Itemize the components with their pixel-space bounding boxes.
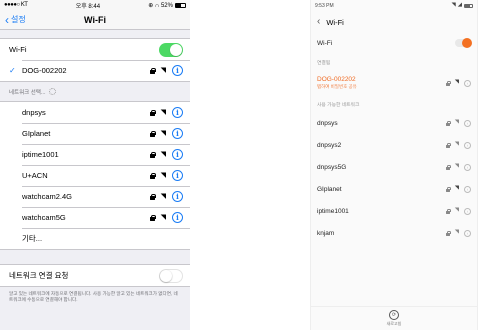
network-row[interactable]: GIplanet ◥ › (311, 178, 477, 200)
network-row[interactable]: dnpsys5G ◥ › (311, 156, 477, 178)
networks-section-header: 네트워크 선택... (0, 82, 190, 101)
connected-network-row[interactable]: DOG-002202 탭하여 비밀번호 공유 ◥ › (311, 70, 477, 96)
wifi-signal-icon: ◥ (160, 67, 166, 74)
networks-group: dnpsys ◥ i GIplanet ◥ i iptime1001 ◥ i U+AC… (0, 101, 190, 250)
info-icon[interactable]: i (172, 191, 183, 202)
wifi-toggle-row: Wi-Fi (0, 39, 190, 60)
wifi-main-group: Wi-Fi ✓ DOG-002202 ◥ i (0, 38, 190, 82)
back-button[interactable]: ‹ 설정 (5, 14, 26, 26)
info-icon[interactable]: i (172, 107, 183, 118)
lock-icon (445, 120, 451, 126)
available-section-header: 사용 가능한 네트워크 (317, 102, 360, 108)
info-icon[interactable]: i (172, 170, 183, 181)
network-row[interactable]: watchcam5G ◥ i (0, 207, 190, 228)
battery-icon (174, 2, 186, 8)
network-row[interactable]: GIplanet ◥ i (0, 123, 190, 144)
lock-icon (149, 130, 156, 137)
wifi-signal-icon: ◥ (160, 109, 166, 116)
network-row[interactable]: dnpsys ◥ › (311, 112, 477, 134)
ios-nav-bar: ‹ 설정 Wi-Fi (0, 10, 190, 30)
ask-join-group: 네트워크 연결 요청 (0, 264, 190, 287)
screen: ●●●●○ KT 오후 8:44 ⊕ ∩ 52% ‹ 설정 Wi-Fi Wi-F… (0, 0, 483, 330)
lock-icon (149, 151, 156, 158)
connected-network-subtitle: 탭하여 비밀번호 공유 (317, 84, 357, 89)
connected-network-row[interactable]: ✓ DOG-002202 ◥ i (0, 60, 190, 81)
carrier-signal: ●●●●○ KT (4, 2, 28, 8)
wifi-signal-icon: ◥ (454, 185, 459, 192)
wifi-signal-icon: ◥ (160, 214, 166, 221)
wifi-signal-icon: ◥ (454, 141, 459, 148)
page-title: Wi-Fi (84, 14, 106, 25)
wifi-signal-icon: ◥ (160, 151, 166, 158)
android-status-bar: 9:53 PM ◥ ◢ (311, 0, 477, 12)
lock-icon (149, 214, 156, 221)
network-row[interactable]: U+ACN ◥ i (0, 165, 190, 186)
battery-icon (464, 4, 473, 8)
wifi-toggle[interactable] (159, 42, 183, 57)
ask-join-toggle[interactable] (159, 268, 183, 283)
lock-icon (149, 109, 156, 116)
wifi-signal-icon: ◥ (160, 172, 166, 179)
wifi-toggle[interactable] (455, 38, 472, 48)
chevron-left-icon: ‹ (5, 12, 9, 27)
lock-icon (445, 164, 451, 170)
info-icon[interactable]: › (464, 207, 471, 215)
info-icon[interactable]: › (464, 119, 471, 127)
ask-join-row: 네트워크 연결 요청 (0, 265, 190, 286)
info-icon[interactable]: › (464, 229, 471, 237)
info-icon[interactable]: › (464, 163, 471, 171)
lock-icon (149, 67, 156, 74)
info-icon[interactable]: i (172, 65, 183, 76)
network-row[interactable]: dnpsys ◥ i (0, 102, 190, 123)
other-network-row[interactable]: 기타... (0, 228, 190, 249)
wifi-signal-icon: ◥ (454, 79, 459, 86)
network-row[interactable]: knjam ◥ › (311, 222, 477, 244)
android-header: ‹ Wi-Fi (311, 12, 477, 32)
wifi-signal-icon: ◥ (160, 193, 166, 200)
info-icon[interactable]: i (172, 212, 183, 223)
ios-status-bar: ●●●●○ KT 오후 8:44 ⊕ ∩ 52% (0, 0, 190, 10)
lock-icon (445, 142, 451, 148)
connected-network-name: DOG-002202 (317, 76, 356, 83)
wifi-signal-icon: ◥ (454, 119, 459, 126)
refresh-icon: ⟳ (389, 310, 399, 320)
signal-icon: ◢ (457, 2, 462, 9)
wifi-signal-icon: ◥ (160, 130, 166, 137)
status-indicators: ⊕ ∩ 52% (148, 2, 186, 9)
network-row[interactable]: iptime1001 ◥ › (311, 200, 477, 222)
page-title: Wi-Fi (326, 17, 344, 27)
wifi-status-icon: ◥ (451, 2, 456, 9)
ask-join-footnote: 알고 있는 네트워크에 자동으로 연결됩니다. 사용 가능한 알고 있는 네트워… (9, 291, 178, 303)
wifi-toggle-row: Wi-Fi (311, 32, 477, 54)
lock-icon (445, 230, 451, 236)
lock-icon (445, 80, 451, 86)
checkmark-icon: ✓ (9, 66, 16, 75)
wifi-signal-icon: ◥ (454, 163, 459, 170)
lock-icon (149, 193, 156, 200)
connected-section-header: 연결됨 (317, 60, 331, 66)
status-time: 오후 8:44 (75, 3, 101, 10)
loading-spinner-icon (49, 88, 57, 95)
wifi-signal-icon: ◥ (454, 207, 459, 214)
info-icon[interactable]: › (464, 185, 471, 193)
lock-icon (445, 186, 451, 192)
info-icon[interactable]: › (464, 141, 471, 149)
android-wifi-panel: 9:53 PM ◥ ◢ ‹ Wi-Fi Wi-Fi 연결됨 DOG-002202… (310, 0, 478, 330)
wifi-signal-icon: ◥ (454, 229, 459, 236)
ios-wifi-panel: ●●●●○ KT 오후 8:44 ⊕ ∩ 52% ‹ 설정 Wi-Fi Wi-F… (0, 0, 190, 330)
network-row[interactable]: iptime1001 ◥ i (0, 144, 190, 165)
status-time: 9:53 PM (315, 3, 334, 9)
network-row[interactable]: watchcam2.4G ◥ i (0, 186, 190, 207)
info-icon[interactable]: i (172, 128, 183, 139)
refresh-button[interactable]: ⟳ 새로고침 (311, 306, 477, 330)
info-icon[interactable]: › (464, 79, 471, 87)
network-row[interactable]: dnpsys2 ◥ › (311, 134, 477, 156)
lock-icon (445, 208, 451, 214)
lock-icon (149, 172, 156, 179)
info-icon[interactable]: i (172, 149, 183, 160)
chevron-left-icon[interactable]: ‹ (317, 17, 320, 27)
